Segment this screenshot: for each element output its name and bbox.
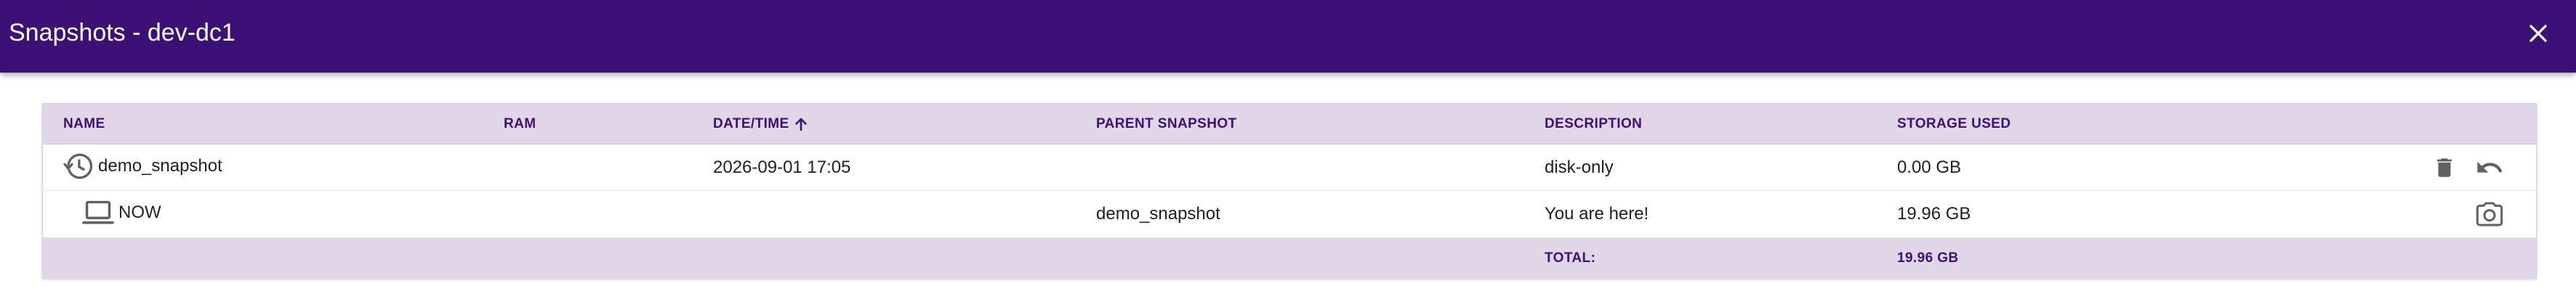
column-header-datetime[interactable]: DATE/TIME	[713, 104, 810, 144]
delete-snapshot-button[interactable]	[2427, 150, 2462, 185]
delete-icon	[2437, 158, 2452, 177]
current-state-name-wrap: NOW	[82, 198, 161, 227]
table-footer-row: TOTAL: 19.96 GB	[43, 238, 2536, 279]
table-row[interactable]: demo_snapshot 2026-09-01 17:05 disk-only…	[43, 144, 2536, 191]
close-icon	[2529, 25, 2547, 42]
revert-snapshot-button[interactable]	[2472, 150, 2507, 185]
history-icon	[63, 151, 94, 181]
snapshot-description: disk-only	[1545, 157, 1614, 177]
snapshot-name-wrap: demo_snapshot	[63, 151, 222, 181]
total-value: 19.96 GB	[1897, 250, 1959, 266]
close-button[interactable]	[2519, 15, 2557, 52]
dialog-titlebar: Snapshots - dev-dc1	[0, 0, 2576, 73]
column-header-ram[interactable]: RAM	[504, 104, 536, 144]
laptop-icon	[82, 198, 114, 227]
table-header-row: NAME RAM DATE/TIME PARENT SNAPSHOT DESCR…	[43, 104, 2536, 144]
dialog-title: Snapshots - dev-dc1	[9, 19, 236, 46]
snapshot-storage: 0.00 GB	[1897, 157, 1962, 177]
snapshot-name: demo_snapshot	[98, 155, 222, 176]
table-row[interactable]: NOW demo_snapshot You are here! 19.96 GB	[43, 191, 2536, 238]
current-state-name: NOW	[118, 203, 161, 222]
snapshot-name-cell: demo_snapshot	[63, 144, 222, 190]
snapshots-table: NAME RAM DATE/TIME PARENT SNAPSHOT DESCR…	[42, 103, 2537, 279]
take-snapshot-button[interactable]	[2472, 197, 2507, 232]
current-state-name-cell: NOW	[82, 191, 161, 237]
column-header-name[interactable]: NAME	[63, 104, 105, 144]
current-state-description: You are here!	[1545, 204, 1649, 224]
arrow-up-icon	[792, 115, 810, 133]
column-header-datetime-label: DATE/TIME	[713, 115, 789, 131]
column-header-storage-used[interactable]: STORAGE USED	[1897, 104, 2011, 144]
column-header-parent-snapshot[interactable]: PARENT SNAPSHOT	[1096, 104, 1237, 144]
camera-icon	[2476, 202, 2503, 226]
snapshot-datetime: 2026-09-01 17:05	[713, 157, 851, 177]
undo-icon	[2477, 161, 2503, 173]
current-state-storage: 19.96 GB	[1897, 204, 1971, 224]
current-state-parent: demo_snapshot	[1096, 204, 1220, 224]
total-label: TOTAL:	[1545, 250, 1596, 266]
column-header-description[interactable]: DESCRIPTION	[1545, 104, 1642, 144]
